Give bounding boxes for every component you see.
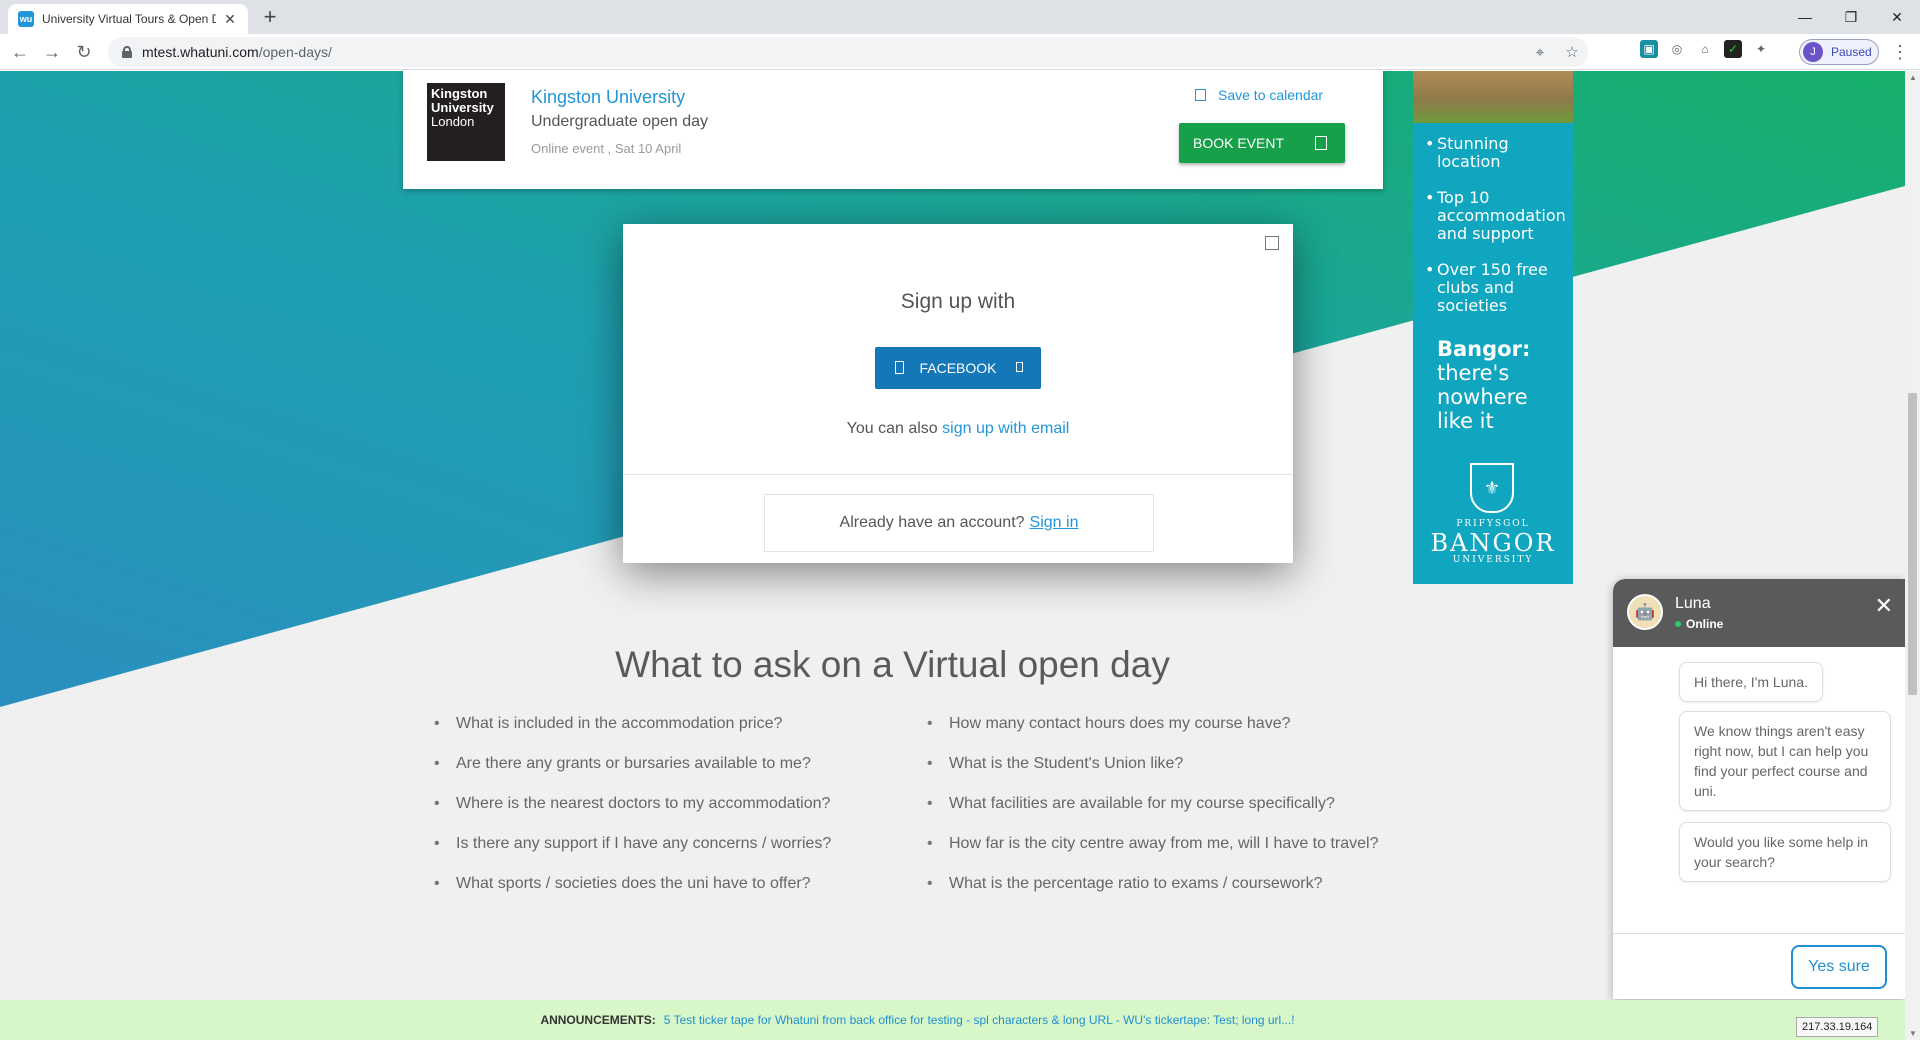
url-text: mtest.whatuni.com/open-days/ bbox=[142, 44, 332, 60]
question-item: What is included in the accommodation pr… bbox=[434, 715, 831, 755]
modal-title: Sign up with bbox=[900, 290, 1016, 313]
university-name-link[interactable]: Kingston University bbox=[531, 87, 685, 108]
avatar: J bbox=[1803, 42, 1823, 62]
page-viewport: Kingston University London Kingston Univ… bbox=[0, 71, 1905, 1040]
chat-close-icon[interactable]: ✕ bbox=[1875, 595, 1893, 617]
section-title: What to ask on a Virtual open day bbox=[615, 644, 1170, 685]
extension-color-icon[interactable]: ◎ bbox=[1668, 40, 1686, 58]
advert-bullet: Over 150 free clubs and societies bbox=[1425, 261, 1565, 315]
chat-bot-name: Luna bbox=[1675, 595, 1711, 612]
advert-photo bbox=[1413, 71, 1573, 123]
scroll-down-icon[interactable]: ▼ bbox=[1909, 1029, 1917, 1038]
question-item: Is there any support if I have any conce… bbox=[434, 835, 831, 875]
question-item: What facilities are available for my cou… bbox=[927, 795, 1378, 835]
close-window-button[interactable]: ✕ bbox=[1874, 0, 1920, 34]
announcement-label: ANNOUNCEMENTS: bbox=[540, 1013, 656, 1027]
lock-icon[interactable] bbox=[122, 46, 132, 58]
book-event-button[interactable]: BOOK EVENT bbox=[1179, 123, 1345, 163]
advert-bullets: Stunning location Top 10 accommodation a… bbox=[1425, 135, 1566, 333]
signup-modal: Sign up with FACEBOOK You can also sign … bbox=[623, 224, 1293, 563]
ip-address-badge: 217.33.19.164 bbox=[1796, 1017, 1879, 1037]
bangor-advert[interactable]: Stunning location Top 10 accommodation a… bbox=[1413, 71, 1573, 584]
advert-brand: BANGOR bbox=[1430, 529, 1556, 557]
window-controls: — ❐ ✕ bbox=[1782, 0, 1920, 34]
event-meta: Online event , Sat 10 April bbox=[531, 141, 682, 156]
question-item: How many contact hours does my course ha… bbox=[927, 715, 1378, 755]
restore-button[interactable]: ❐ bbox=[1828, 0, 1874, 34]
chat-message: Hi there, I'm Luna. bbox=[1679, 662, 1823, 702]
advert-tagline: Bangor: there's nowhere like it bbox=[1437, 337, 1531, 433]
calendar-icon bbox=[1195, 89, 1206, 101]
question-item: How far is the city centre away from me,… bbox=[927, 835, 1378, 875]
extension-check-icon[interactable]: ✓ bbox=[1724, 40, 1742, 58]
event-type: Undergraduate open day bbox=[531, 113, 709, 130]
announcement-link[interactable]: 5 Test ticker tape for Whatuni from back… bbox=[664, 1013, 1295, 1027]
signup-email-link[interactable]: sign up with email bbox=[942, 420, 1069, 437]
scrollbar-thumb[interactable] bbox=[1908, 393, 1917, 695]
chat-status: Online bbox=[1675, 617, 1723, 631]
question-item: What is the percentage ratio to exams / … bbox=[927, 875, 1378, 915]
location-pin-icon[interactable]: ⌖ bbox=[1524, 44, 1556, 61]
browser-toolbar: ← → ↻ mtest.whatuni.com/open-days/ ⌖ ☆ ▣… bbox=[0, 34, 1920, 70]
reload-button[interactable]: ↻ bbox=[72, 40, 96, 64]
profile-button[interactable]: J Paused bbox=[1799, 39, 1879, 65]
yes-sure-button[interactable]: Yes sure bbox=[1791, 945, 1887, 989]
facebook-signup-button[interactable]: FACEBOOK bbox=[875, 347, 1041, 389]
advert-brand-post: UNIVERSITY bbox=[1452, 555, 1534, 565]
book-event-label: BOOK EVENT bbox=[1193, 135, 1285, 151]
extension-teal-icon[interactable]: ▣ bbox=[1640, 40, 1658, 58]
question-item: Where is the nearest doctors to my accom… bbox=[434, 795, 831, 835]
minimize-button[interactable]: — bbox=[1782, 0, 1828, 34]
question-item: What sports / societies does the uni hav… bbox=[434, 875, 831, 915]
forward-button[interactable]: → bbox=[40, 40, 64, 64]
external-link-icon bbox=[1315, 136, 1327, 150]
modal-close-icon[interactable] bbox=[1265, 236, 1279, 250]
announcement-bar: ANNOUNCEMENTS: 5 Test ticker tape for Wh… bbox=[0, 1000, 1905, 1040]
whatuni-favicon-icon: wu bbox=[18, 11, 34, 27]
browser-menu-icon[interactable]: ⋮ bbox=[1890, 40, 1910, 64]
omnibox-actions: ⌖ ☆ bbox=[1524, 37, 1588, 67]
university-logo[interactable]: Kingston University London bbox=[427, 83, 505, 161]
advert-bullet: Top 10 accommodation and support bbox=[1425, 189, 1566, 243]
new-tab-button[interactable]: + bbox=[258, 5, 282, 29]
tab-close-icon[interactable]: ✕ bbox=[222, 11, 238, 28]
address-bar[interactable]: mtest.whatuni.com/open-days/ ⌖ ☆ bbox=[108, 37, 1588, 67]
online-dot-icon bbox=[1675, 621, 1681, 627]
tab-title: University Virtual Tours & Open D bbox=[42, 12, 216, 26]
browser-tab[interactable]: wu University Virtual Tours & Open D ✕ bbox=[8, 4, 248, 34]
save-to-calendar-label: Save to calendar bbox=[1218, 87, 1324, 103]
signin-link[interactable]: Sign in bbox=[1030, 514, 1079, 532]
event-card: Kingston University London Kingston Univ… bbox=[403, 71, 1383, 189]
save-to-calendar-link[interactable]: Save to calendar bbox=[1195, 87, 1323, 103]
advert-bullet: Stunning location bbox=[1425, 135, 1565, 171]
modal-divider bbox=[623, 474, 1293, 475]
chat-header: 🤖 Luna Online ✕ bbox=[1613, 579, 1905, 647]
signin-box: Already have an account? Sign in bbox=[764, 494, 1154, 552]
university-crest-icon: ⚜ bbox=[1470, 463, 1514, 513]
question-item: Are there any grants or bursaries availa… bbox=[434, 755, 831, 795]
profile-status: Paused bbox=[1831, 45, 1872, 59]
extension-tag-icon[interactable]: ⌂ bbox=[1696, 40, 1714, 58]
page-scrollbar[interactable]: ▲ ▼ bbox=[1905, 71, 1920, 1040]
question-item: What is the Student's Union like? bbox=[927, 755, 1378, 795]
chat-message: We know things aren't easy right now, bu… bbox=[1679, 711, 1891, 811]
chat-widget: 🤖 Luna Online ✕ Hi there, I'm Luna. We k… bbox=[1613, 579, 1905, 999]
chat-message: Would you like some help in your search? bbox=[1679, 822, 1891, 882]
extensions-area: ▣ ◎ ⌂ ✓ ✦ bbox=[1640, 40, 1770, 58]
bot-avatar-icon: 🤖 bbox=[1627, 594, 1663, 630]
signup-email-text: You can also sign up with email bbox=[846, 420, 1070, 437]
browser-tab-bar: wu University Virtual Tours & Open D ✕ +… bbox=[0, 0, 1920, 34]
extensions-puzzle-icon[interactable]: ✦ bbox=[1752, 40, 1770, 58]
questions-right: How many contact hours does my course ha… bbox=[927, 715, 1378, 915]
arrow-icon bbox=[1016, 362, 1023, 372]
scroll-up-icon[interactable]: ▲ bbox=[1909, 73, 1917, 82]
facebook-label: FACEBOOK bbox=[919, 360, 997, 376]
bookmark-star-icon[interactable]: ☆ bbox=[1556, 43, 1588, 61]
back-button[interactable]: ← bbox=[8, 40, 32, 64]
chat-divider bbox=[1613, 933, 1905, 934]
advert-brand-pre: PRIFYSGOL bbox=[1456, 519, 1530, 529]
facebook-icon bbox=[895, 361, 904, 374]
account-prompt: Already have an account? bbox=[839, 514, 1025, 531]
questions-left: What is included in the accommodation pr… bbox=[434, 715, 831, 915]
